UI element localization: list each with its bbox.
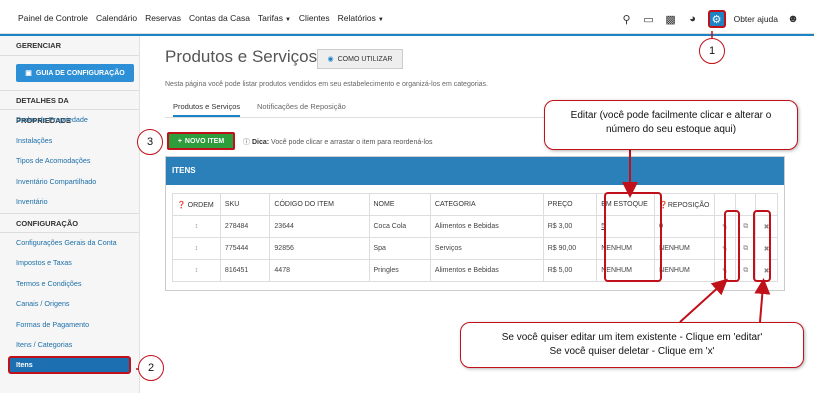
callout-edit-stock: Editar (você pode facilmente clicar e al… — [544, 100, 798, 150]
callout-edit-line: Se você quiser editar um item existente … — [501, 332, 763, 343]
callout-delete-line: Se você quiser deletar - Clique em 'x' — [549, 346, 715, 357]
step-2-marker: 2 — [138, 355, 164, 381]
step-3-marker: 3 — [137, 129, 163, 155]
step-1-marker: 1 — [699, 38, 725, 64]
callout-edit-delete: Se você quiser editar um item existente … — [460, 322, 804, 368]
